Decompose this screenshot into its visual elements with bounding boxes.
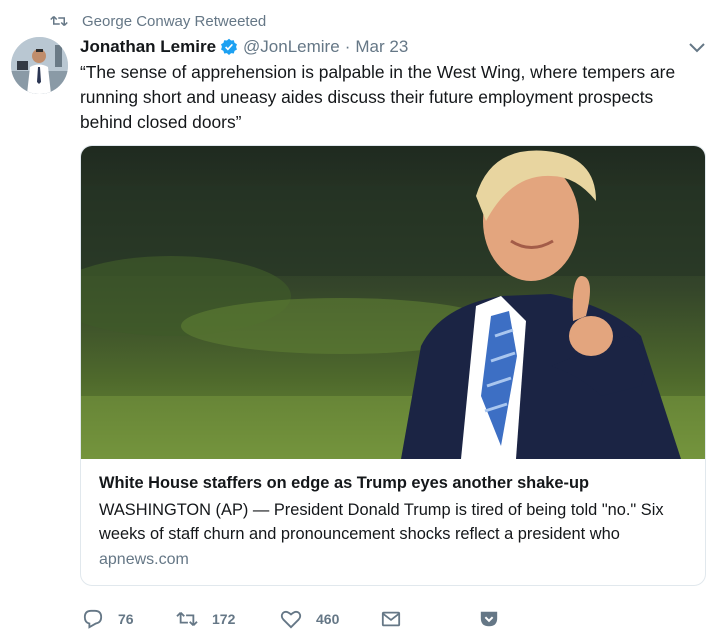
link-card[interactable]: White House staffers on edge as Trump ey…	[80, 145, 706, 586]
card-title[interactable]: White House staffers on edge as Trump ey…	[99, 474, 589, 493]
tweet-header: Jonathan Lemire @JonLemire · Mar 23	[80, 35, 408, 59]
header-separator: ·	[344, 37, 351, 56]
author-handle[interactable]: @JonLemire	[243, 37, 340, 57]
retweet-count: 172	[212, 611, 236, 627]
pocket-icon	[480, 611, 498, 627]
tweet-timestamp[interactable]: Mar 23	[355, 37, 408, 57]
card-domain[interactable]: apnews.com	[99, 551, 189, 569]
retweet-context: George Conway Retweeted	[50, 10, 266, 32]
retweet-icon	[50, 15, 68, 27]
like-button[interactable]: 460	[280, 606, 339, 632]
heart-icon	[280, 610, 302, 629]
direct-message-button[interactable]	[380, 606, 416, 632]
verified-badge-icon	[221, 38, 237, 55]
like-count: 460	[316, 611, 340, 627]
tweet-actions: 76 172 460	[80, 606, 520, 632]
reply-button[interactable]: 76	[82, 606, 134, 632]
chevron-down-icon[interactable]	[687, 40, 707, 56]
reply-count: 76	[118, 611, 134, 627]
retweet-icon	[176, 611, 198, 627]
retweet-button[interactable]: 172	[176, 606, 235, 632]
pocket-save-button[interactable]	[478, 606, 514, 632]
retweet-context-text[interactable]: George Conway Retweeted	[82, 13, 266, 30]
reply-icon	[83, 609, 103, 629]
envelope-icon	[381, 611, 401, 627]
avatar[interactable]	[11, 37, 68, 94]
author-name[interactable]: Jonathan Lemire	[80, 37, 216, 57]
tweet-text: “The sense of apprehension is palpable i…	[80, 62, 676, 132]
card-image[interactable]	[81, 146, 705, 459]
card-description: WASHINGTON (AP) — President Donald Trump…	[99, 501, 664, 543]
